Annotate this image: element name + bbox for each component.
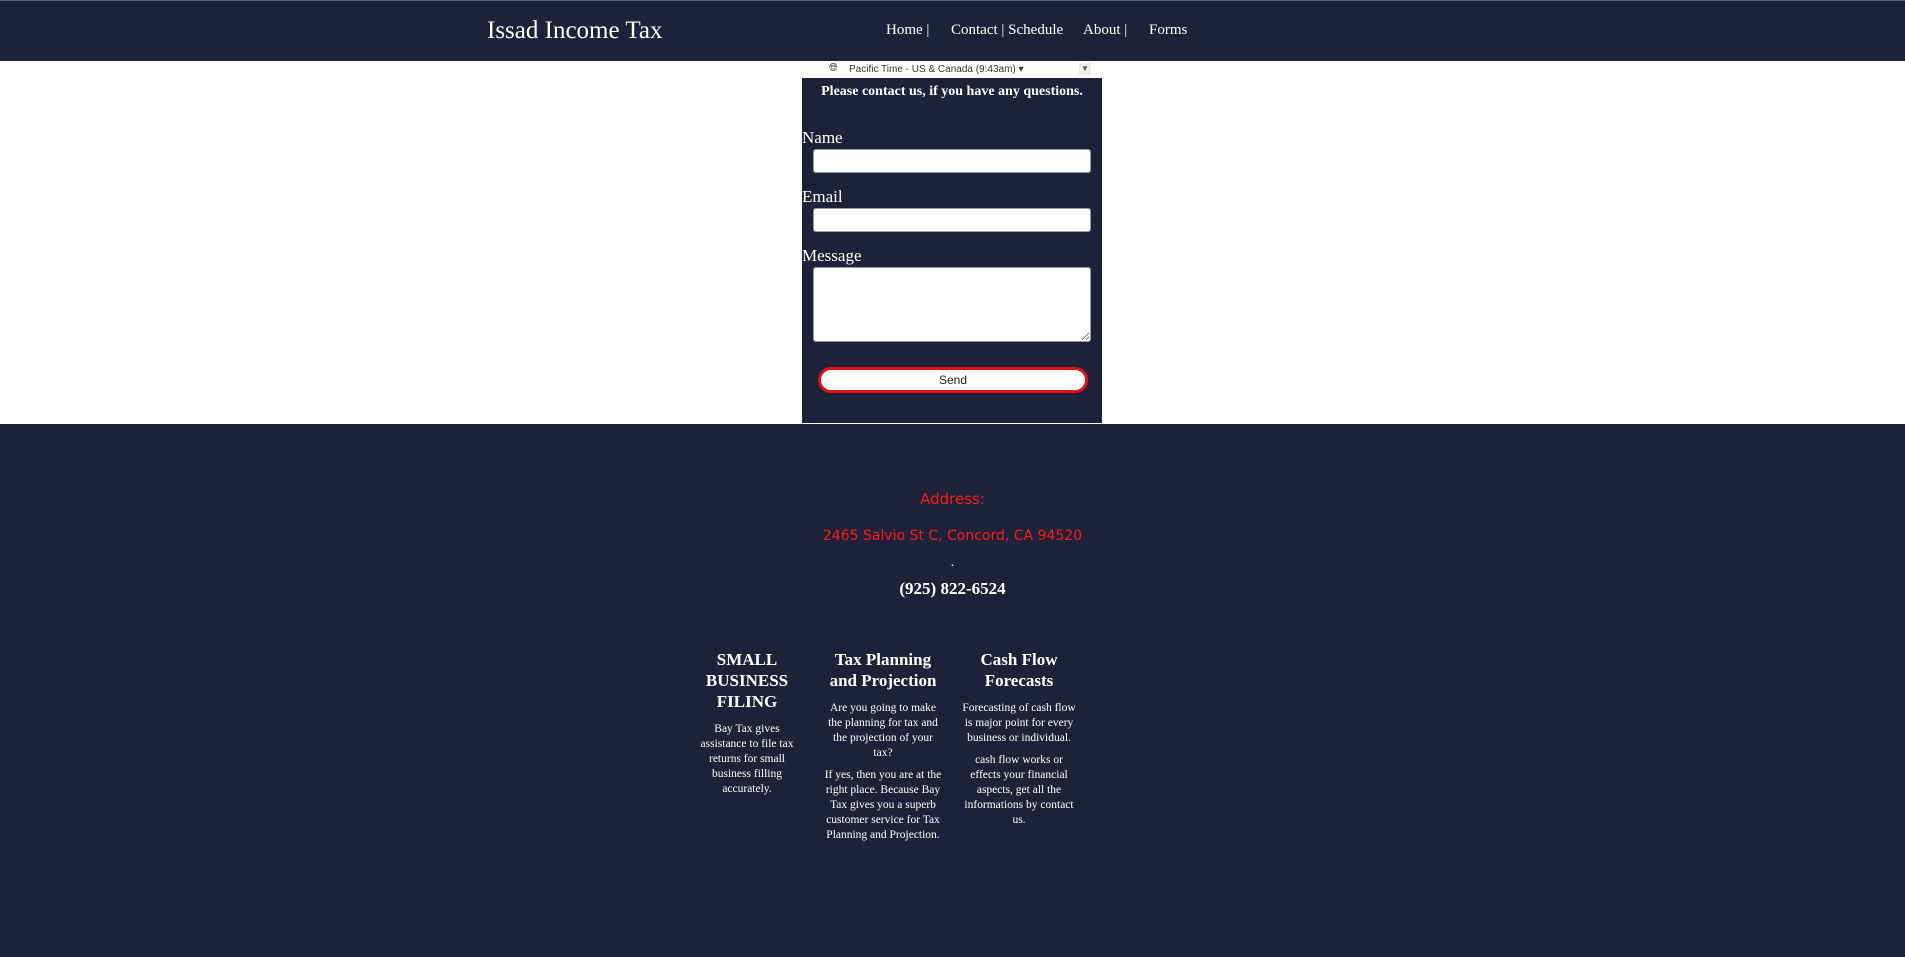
- service-cash-flow: Cash Flow Forecasts Forecasting of cash …: [961, 649, 1077, 835]
- message-textarea[interactable]: [813, 267, 1091, 342]
- top-navbar: Issad Income Tax Home | Contact | Schedu…: [0, 0, 1905, 61]
- name-label: Name: [802, 128, 843, 147]
- nav-forms-link[interactable]: Forms: [1149, 22, 1187, 39]
- phone-number[interactable]: (925) 822-6524: [0, 579, 1905, 599]
- footer: Address: 2465 Salvio St C, Concord, CA 9…: [0, 424, 1905, 957]
- form-heading: Please contact us, if you have any quest…: [821, 84, 1083, 99]
- service-description: Bay Tax gives assistance to file tax ret…: [700, 723, 794, 795]
- service-description: If yes, then you are at the right place.…: [824, 769, 942, 841]
- nav-contact-schedule-link[interactable]: Contact | Schedule: [951, 22, 1063, 39]
- service-title: Cash Flow Forecasts: [980, 650, 1058, 690]
- separator-dot: .: [950, 555, 955, 570]
- service-title: SMALL BUSINESS FILING: [705, 650, 789, 711]
- site-brand[interactable]: Issad Income Tax: [487, 17, 663, 45]
- service-tax-planning: Tax Planning and Projection Are you goin…: [824, 649, 942, 850]
- timezone-label: Pacific Time - US & Canada (9:43am) ▾: [849, 64, 1024, 75]
- email-input[interactable]: [813, 208, 1091, 232]
- service-title: Tax Planning and Projection: [829, 650, 937, 690]
- service-description: cash flow works or effects your financia…: [964, 754, 1074, 826]
- service-description: Are you going to make the planning for t…: [828, 702, 938, 759]
- chevron-down-icon[interactable]: ▼: [1079, 63, 1091, 75]
- message-label: Message: [802, 246, 862, 265]
- email-label: Email: [802, 187, 843, 206]
- nav-about-link[interactable]: About |: [1083, 22, 1127, 39]
- nav-home-link[interactable]: Home |: [886, 22, 929, 39]
- globe-icon: 🌐︎: [829, 62, 838, 74]
- address-title: Address:: [920, 490, 985, 508]
- send-button[interactable]: Send: [818, 367, 1088, 393]
- service-small-business: SMALL BUSINESS FILING Bay Tax gives assi…: [692, 649, 802, 804]
- service-description: Forecasting of cash flow is major point …: [962, 702, 1076, 744]
- contact-form: Please contact us, if you have any quest…: [802, 78, 1102, 423]
- name-input[interactable]: [813, 149, 1091, 173]
- address-text: 2465 Salvio St C, Concord, CA 94520: [822, 528, 1083, 544]
- timezone-selector[interactable]: 🌐︎ Pacific Time - US & Canada (9:43am) ▾…: [802, 61, 1102, 78]
